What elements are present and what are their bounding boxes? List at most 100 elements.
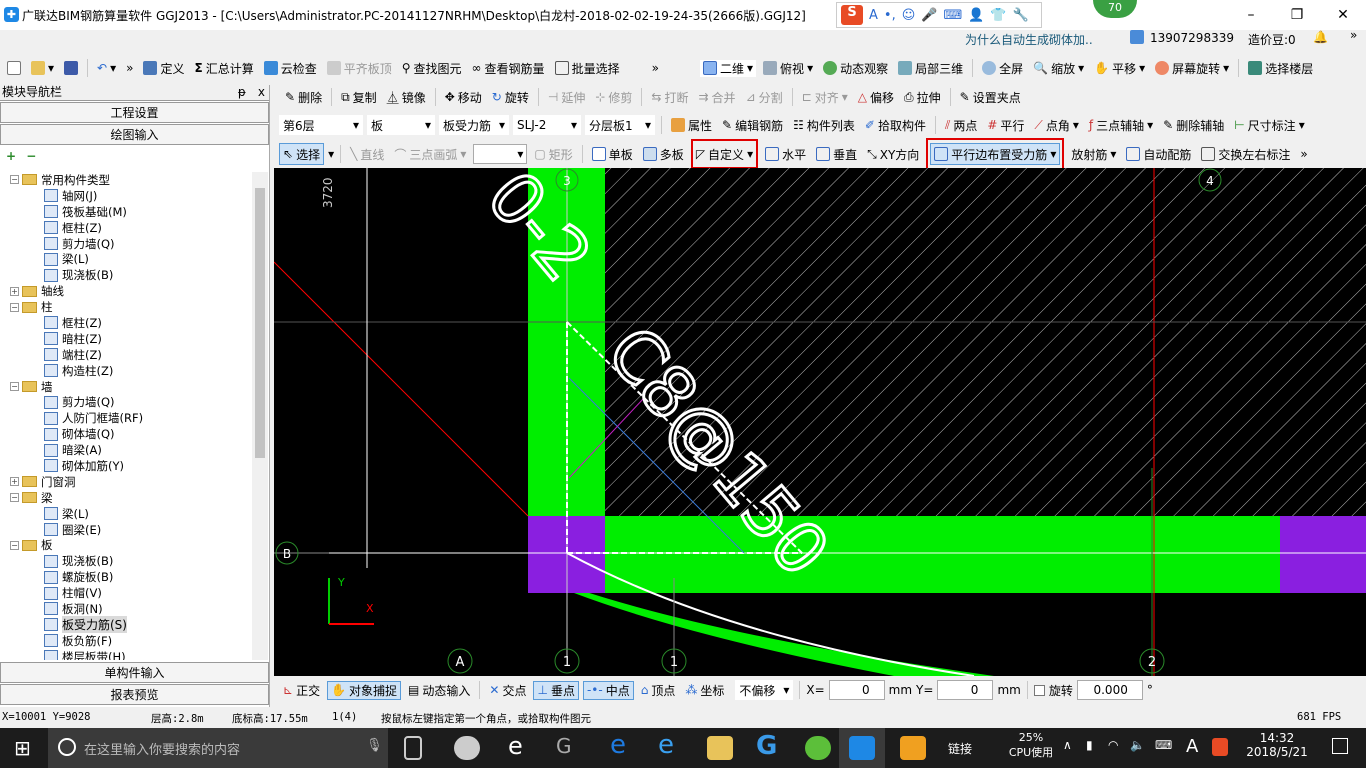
single-slab-button[interactable]: 单板: [589, 146, 636, 163]
link-label[interactable]: 链接: [948, 740, 972, 757]
mic-icon[interactable]: 🎤: [921, 8, 937, 23]
trim-button[interactable]: ⊹ 修剪: [592, 89, 635, 106]
perpendicular-button[interactable]: ⊥ 垂点: [533, 680, 579, 700]
tree-folder[interactable]: + 轴线: [0, 283, 252, 299]
ie-icon[interactable]: e: [508, 732, 523, 760]
find-element-button[interactable]: ⚲ 查找图元: [399, 60, 465, 77]
parallel-axis-button[interactable]: # 平行: [984, 117, 1027, 134]
split-button[interactable]: ⊿ 分割: [743, 89, 786, 106]
project-settings-button[interactable]: 工程设置: [0, 102, 269, 123]
volume-icon[interactable]: 🔈: [1130, 738, 1145, 752]
more-icon[interactable]: »: [123, 61, 136, 75]
orbit-button[interactable]: 动态观察: [820, 60, 891, 77]
mic-icon[interactable]: 🎙: [366, 738, 383, 753]
tree-item[interactable]: 剪力墙(Q): [0, 394, 252, 410]
edit-rebar-button[interactable]: ✎ 编辑钢筋: [719, 117, 786, 134]
edge-icon[interactable]: e: [610, 730, 626, 760]
save-button[interactable]: [61, 61, 81, 75]
arc-button[interactable]: ⌒ 三点画弧 ▾: [391, 146, 469, 163]
tree-folder[interactable]: − 梁: [0, 490, 252, 506]
swap-label-button[interactable]: 交换左右标注: [1198, 146, 1293, 163]
tree-item[interactable]: 楼层板带(H): [0, 649, 252, 660]
ortho-button[interactable]: ⊾ 正交: [280, 682, 323, 699]
tree-item[interactable]: 板负筋(F): [0, 633, 252, 649]
offset-select[interactable]: 不偏移 ▾: [735, 680, 794, 700]
custom-button[interactable]: ◸ 自定义 ▾: [690, 139, 759, 169]
tree-item[interactable]: 轴网(J): [0, 188, 252, 204]
horizontal-beam[interactable]: [528, 516, 1366, 593]
select-floor-button[interactable]: 选择楼层: [1245, 60, 1316, 77]
expand-toggle-icon[interactable]: −: [10, 302, 19, 312]
multi-slab-button[interactable]: 多板: [640, 146, 687, 163]
ime-toolbar[interactable]: S A •, ☺ 🎤 ⌨ 👤 👕 🔧: [836, 2, 1042, 28]
open-file-button[interactable]: ▾: [28, 61, 57, 75]
cloud-check-button[interactable]: 云检查: [261, 60, 320, 77]
radial-rebar-button[interactable]: 放射筋 ▾: [1068, 146, 1119, 163]
pin-icon[interactable]: ᵽ: [238, 85, 246, 99]
tree-folder[interactable]: − 板: [0, 537, 252, 553]
pick-component-button[interactable]: ✐ 拾取构件: [862, 117, 929, 134]
type-select[interactable]: 板 ▾: [367, 115, 435, 135]
tree-item[interactable]: 现浇板(B): [0, 267, 252, 283]
extend-button[interactable]: ⊣ 延伸: [545, 89, 588, 106]
set-grip-button[interactable]: ✎ 设置夹点: [957, 89, 1024, 106]
windows-start-icon[interactable]: ⊞: [14, 736, 31, 760]
expand-toggle-icon[interactable]: +: [10, 477, 19, 487]
line-button[interactable]: ╲ 直线: [347, 146, 387, 163]
vertical-button[interactable]: 垂直: [813, 146, 860, 163]
vertex-button[interactable]: ⌂ 顶点: [638, 682, 679, 699]
more-icon[interactable]: »: [1297, 147, 1310, 161]
tree-item[interactable]: 板洞(N): [0, 601, 252, 617]
zoom-button[interactable]: 🔍 缩放 ▾: [1030, 60, 1087, 77]
clock[interactable]: 14:32 2018/5/21: [1242, 731, 1312, 759]
intersection-button[interactable]: ✕ 交点: [486, 682, 529, 699]
delete-button[interactable]: ✎ 删除: [282, 89, 325, 106]
tree-scrollbar[interactable]: [252, 172, 268, 660]
dimension-button[interactable]: ⊢ 尺寸标注 ▾: [1231, 117, 1308, 134]
file-explorer-icon[interactable]: [707, 736, 733, 760]
midpoint-button[interactable]: -•- 中点: [582, 680, 634, 700]
batch-select-button[interactable]: 批量选择: [552, 60, 623, 77]
horizontal-button[interactable]: 水平: [762, 146, 809, 163]
layer-select[interactable]: 分层板1 ▾: [585, 115, 655, 135]
expand-toggle-icon[interactable]: +: [10, 286, 19, 296]
maximize-button[interactable]: ❐: [1274, 0, 1320, 30]
tree-folder[interactable]: − 墙: [0, 379, 252, 395]
define-button[interactable]: 定义: [140, 60, 187, 77]
single-input-button[interactable]: 单构件输入: [0, 662, 269, 683]
bell-icon[interactable]: 🔔: [1313, 30, 1328, 44]
rotate-checkbox[interactable]: [1033, 684, 1045, 696]
drawing-canvas[interactable]: C8@150 0-2 3720 A 1 1 2 4 3 B Y X: [274, 168, 1366, 676]
glodon-icon[interactable]: G: [756, 731, 777, 761]
tree-item[interactable]: 剪力墙(Q): [0, 236, 252, 252]
tree-item[interactable]: 暗梁(A): [0, 442, 252, 458]
tree-item[interactable]: 梁(L): [0, 251, 252, 267]
more-icon[interactable]: »: [1350, 28, 1357, 42]
xy-direction-button[interactable]: ⤡ XY方向: [864, 146, 922, 163]
select-button[interactable]: ⇖ 选择: [279, 143, 325, 165]
wifi-icon[interactable]: ◠: [1108, 738, 1118, 752]
auto-rebar-button[interactable]: 自动配筋: [1123, 146, 1194, 163]
shape-select[interactable]: ▾: [473, 144, 528, 164]
tree-folder[interactable]: − 柱: [0, 299, 252, 315]
ie-blue-icon[interactable]: e: [658, 730, 674, 760]
tray-chevron-icon[interactable]: ∧: [1063, 738, 1072, 752]
tree-item[interactable]: 板受力筋(S): [0, 616, 252, 634]
tree-item[interactable]: 梁(L): [0, 506, 252, 522]
tree-folder[interactable]: − 常用构件类型: [0, 172, 252, 188]
tree-item[interactable]: 端柱(Z): [0, 347, 252, 363]
expand-toggle-icon[interactable]: −: [10, 175, 19, 185]
collapse-all-icon[interactable]: −: [26, 149, 36, 163]
keyboard-icon[interactable]: ⌨: [943, 8, 962, 23]
tree-item[interactable]: 柱帽(V): [0, 585, 252, 601]
user-icon[interactable]: 👤: [968, 8, 984, 23]
copy-button[interactable]: ⧉ 复制: [338, 89, 380, 106]
tree-item[interactable]: 砌体墙(Q): [0, 426, 252, 442]
dynamic-input-button[interactable]: ▤ 动态输入: [405, 682, 473, 699]
top-view-button[interactable]: 俯视 ▾: [760, 60, 816, 77]
notes-app-icon[interactable]: [900, 736, 926, 760]
tree-item[interactable]: 构造柱(Z): [0, 363, 252, 379]
minimize-button[interactable]: –: [1228, 0, 1274, 30]
cad-drawing[interactable]: C8@150 0-2 3720 A 1 1 2 4 3 B Y X: [274, 168, 1366, 676]
expand-toggle-icon[interactable]: −: [10, 382, 19, 392]
